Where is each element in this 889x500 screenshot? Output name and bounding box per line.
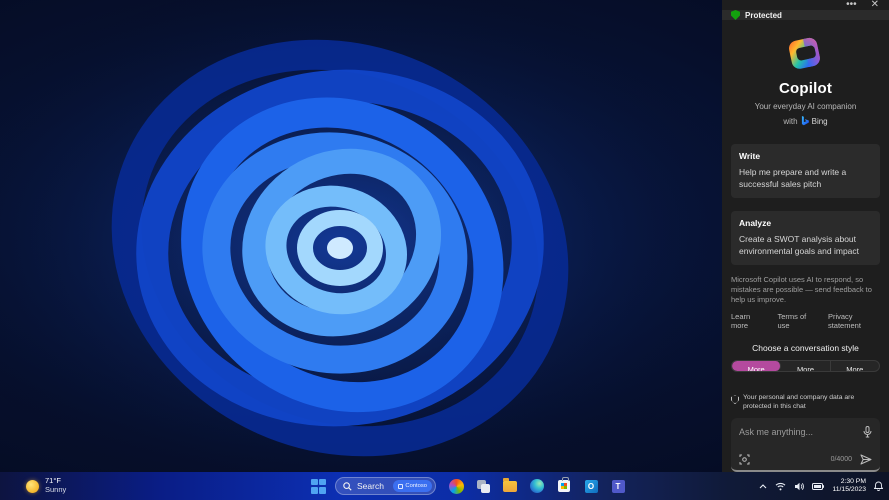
- protected-shield-icon: [731, 10, 740, 20]
- weather-condition: Sunny: [45, 485, 67, 494]
- protected-status-bar: Protected: [722, 10, 889, 20]
- learn-more-link[interactable]: Learn more: [731, 312, 764, 330]
- weather-widget[interactable]: 71°F Sunny: [26, 477, 66, 494]
- network-wifi-icon[interactable]: [775, 482, 786, 491]
- protected-label: Protected: [745, 10, 782, 20]
- style-label-line1: More: [846, 364, 864, 373]
- windows-logo-icon: [311, 486, 318, 494]
- privacy-note-text: Your personal and company data are prote…: [743, 394, 855, 411]
- bing-icon: [801, 116, 809, 126]
- shield-outline-icon: [731, 395, 739, 405]
- copilot-tagline: Your everyday AI companion: [754, 102, 857, 111]
- send-icon[interactable]: [860, 454, 872, 465]
- clock-time: 2:30 PM: [840, 477, 866, 485]
- ask-input[interactable]: [739, 427, 863, 437]
- system-tray: 2:30 PM 11/15/2023: [759, 478, 883, 494]
- panel-titlebar: ••• ✕: [722, 0, 889, 10]
- suggestion-card-analyze[interactable]: Analyze Create a SWOT analysis about env…: [731, 210, 880, 265]
- clock-date: 11/15/2023: [832, 486, 866, 493]
- windows-logo-icon: [311, 478, 318, 486]
- battery-icon[interactable]: [812, 482, 825, 490]
- close-icon[interactable]: ✕: [871, 0, 879, 10]
- style-label-line1: More: [747, 364, 765, 373]
- taskbar-app-icons: [448, 477, 626, 494]
- bloom-wallpaper-art: [0, 0, 722, 472]
- search-badge-label: Contoso: [405, 483, 427, 489]
- sun-icon: [26, 479, 39, 493]
- style-more-creative-button[interactable]: More Creative: [732, 360, 782, 373]
- privacy-statement-link[interactable]: Privacy statement: [828, 312, 880, 330]
- copilot-logo-block: Copilot Your everyday AI companion with …: [722, 20, 889, 126]
- style-more-balanced-button[interactable]: More Balanced: [781, 360, 831, 373]
- legal-links-row: Learn more Terms of use Privacy statemen…: [731, 312, 880, 330]
- microsoft-store-icon[interactable]: [556, 477, 572, 494]
- ai-disclaimer-text: Microsoft Copilot uses AI to respond, so…: [731, 274, 872, 304]
- conversation-style-group: More Creative More Balanced More Precise: [731, 359, 880, 373]
- card-title: Write: [739, 151, 761, 161]
- card-title: Analyze: [739, 217, 772, 228]
- bing-label: Bing: [811, 116, 828, 126]
- briefcase-icon: [398, 483, 404, 489]
- copilot-panel: ••• ✕ Protected Copilot Your everyday AI…: [722, 0, 889, 472]
- with-bing-line: with Bing: [783, 116, 828, 126]
- suggestion-card-write[interactable]: Write Help me prepare and write a succes…: [731, 144, 880, 198]
- start-button[interactable]: [311, 478, 326, 494]
- chat-input-box[interactable]: 0/4000: [731, 418, 880, 472]
- taskbar: 71°F Sunny Search Contoso O T 2:30 PM 11…: [0, 472, 889, 500]
- copilot-taskbar-icon[interactable]: [448, 478, 464, 494]
- search-org-badge[interactable]: Contoso: [393, 480, 432, 492]
- hidden-icons-chevron-icon[interactable]: [759, 483, 767, 489]
- edge-icon[interactable]: [529, 478, 545, 494]
- search-placeholder: Search: [357, 481, 384, 491]
- file-explorer-icon[interactable]: [502, 478, 518, 494]
- windows-logo-icon: [319, 486, 326, 494]
- more-options-icon[interactable]: •••: [846, 0, 857, 10]
- search-icon: [343, 481, 352, 491]
- copilot-logo-icon: [788, 37, 820, 69]
- copilot-title: Copilot: [778, 80, 833, 97]
- volume-icon[interactable]: [794, 482, 805, 491]
- with-label: with: [783, 116, 798, 126]
- teams-icon[interactable]: [610, 478, 626, 494]
- task-view-icon[interactable]: [475, 478, 491, 494]
- style-label-line1: More: [796, 364, 815, 373]
- style-more-precise-button[interactable]: More Precise: [831, 361, 879, 371]
- microphone-icon[interactable]: [863, 426, 872, 438]
- character-count: 0/4000: [830, 456, 852, 463]
- outlook-icon[interactable]: [583, 478, 599, 494]
- terms-of-use-link[interactable]: Terms of use: [777, 312, 814, 330]
- conversation-style-heading: Choose a conversation style: [752, 342, 859, 353]
- windows-logo-icon: [319, 478, 326, 486]
- visual-search-icon[interactable]: [739, 454, 750, 465]
- card-body: Create a SWOT analysis about environment…: [739, 233, 860, 256]
- data-protection-note: Your personal and company data are prote…: [731, 394, 880, 412]
- taskbar-search-box[interactable]: Search Contoso: [335, 477, 436, 495]
- notification-bell-icon[interactable]: [874, 481, 883, 491]
- taskbar-clock[interactable]: 2:30 PM 11/15/2023: [832, 478, 866, 494]
- card-body: Help me prepare and write a successful s…: [739, 167, 847, 189]
